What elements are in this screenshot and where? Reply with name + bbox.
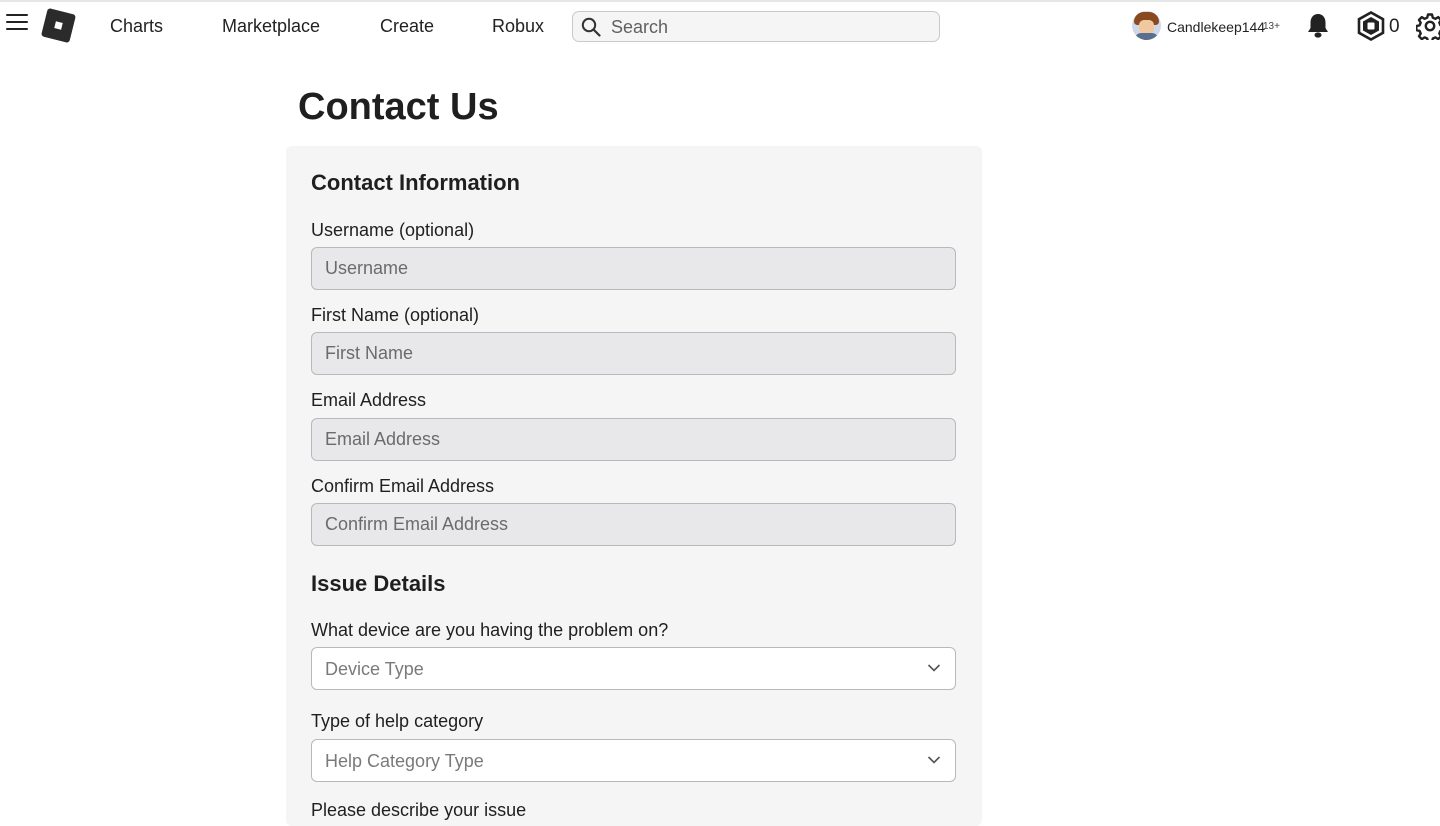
avatar[interactable] — [1132, 11, 1161, 40]
gear-icon[interactable] — [1416, 12, 1440, 40]
chevron-down-icon — [927, 756, 941, 764]
username-label: Username (optional) — [311, 220, 475, 240]
issue-details-heading: Issue Details — [311, 571, 446, 596]
age-badge: 13+ — [1263, 21, 1280, 32]
first-name-field[interactable] — [311, 332, 956, 375]
email-field[interactable] — [311, 418, 956, 461]
issue-description-label: Please describe your issue — [311, 800, 527, 820]
email-address-label: Email Address — [311, 390, 427, 410]
contact-information-heading: Contact Information — [311, 170, 520, 195]
top-navigation-bar: Charts Marketplace Create Robux Candleke… — [0, 0, 1440, 48]
menu-icon[interactable] — [6, 14, 28, 34]
nav-link-robux[interactable]: Robux — [492, 16, 544, 37]
username-label[interactable]: Candlekeep144 — [1167, 19, 1265, 35]
username-field[interactable] — [311, 247, 956, 290]
device-question-label: What device are you having the problem o… — [311, 620, 669, 640]
device-type-select[interactable]: Device Type — [311, 647, 956, 690]
nav-link-marketplace[interactable]: Marketplace — [222, 16, 320, 37]
help-category-value: Help Category Type — [325, 751, 484, 771]
confirm-email-label: Confirm Email Address — [311, 476, 495, 496]
roblox-logo[interactable] — [40, 7, 77, 44]
robux-icon[interactable] — [1356, 11, 1386, 41]
nav-link-charts[interactable]: Charts — [110, 16, 163, 37]
first-name-label: First Name (optional) — [311, 305, 480, 325]
search-input[interactable] — [609, 14, 929, 40]
bell-icon[interactable] — [1305, 12, 1331, 40]
search-bar[interactable] — [572, 11, 940, 42]
page-title: Contact Us — [298, 86, 499, 128]
robux-balance: 0 — [1389, 16, 1400, 37]
help-category-select[interactable]: Help Category Type — [311, 739, 956, 782]
device-type-value: Device Type — [325, 659, 424, 679]
search-icon — [581, 17, 601, 37]
help-category-label: Type of help category — [311, 711, 484, 731]
confirm-email-field[interactable] — [311, 503, 956, 546]
nav-link-create[interactable]: Create — [380, 16, 434, 37]
chevron-down-icon — [927, 664, 941, 672]
